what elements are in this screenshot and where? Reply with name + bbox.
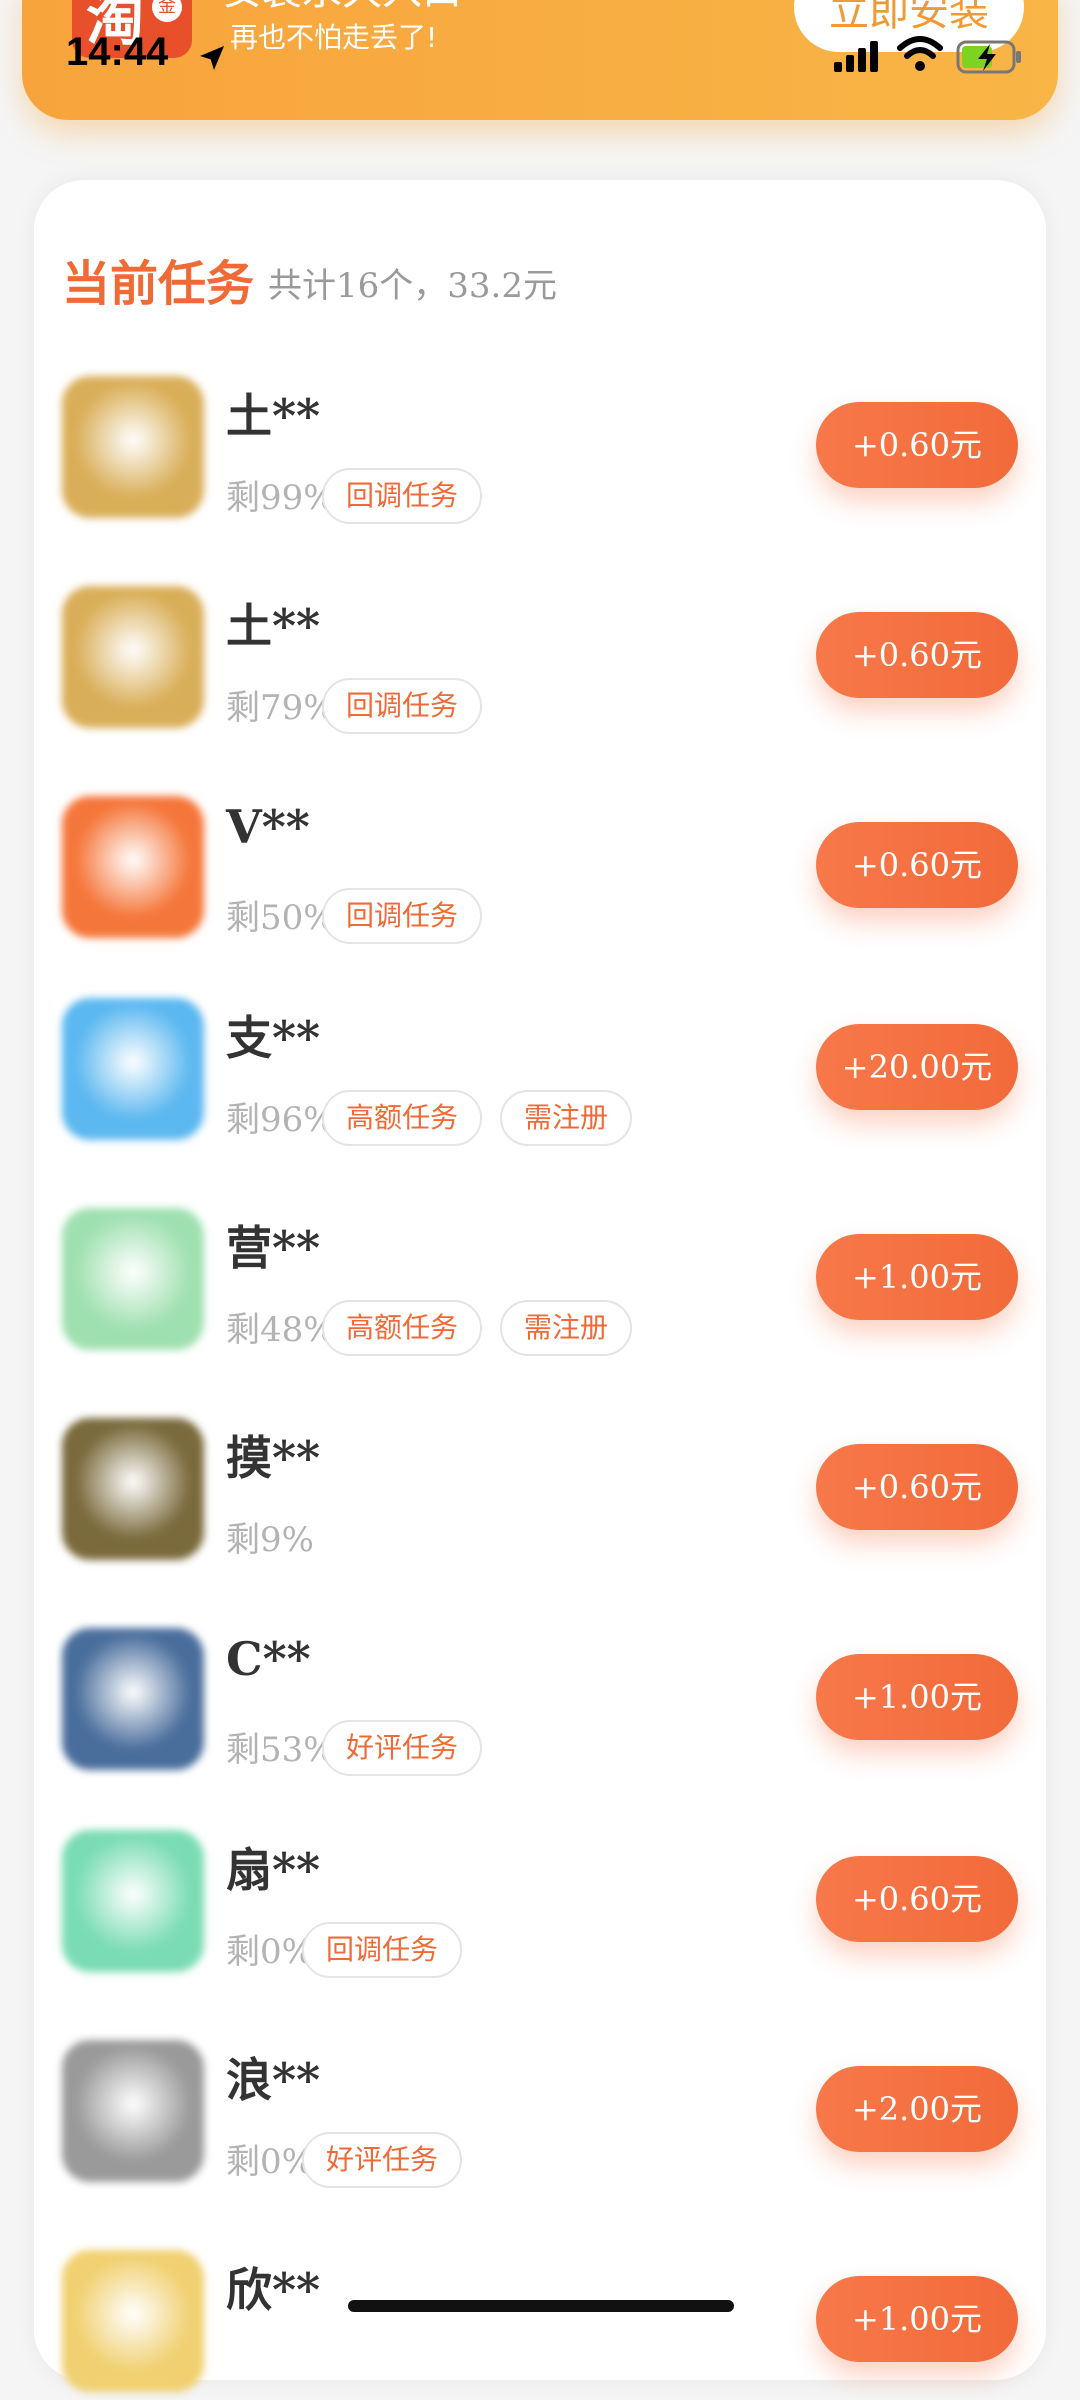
- task-tag: 好评任务: [302, 2132, 463, 2188]
- reward-button[interactable]: +1.00元: [816, 1234, 1018, 1320]
- task-row[interactable]: 支** 剩96% 高额任务 需注册 +20.00元: [62, 998, 1022, 1148]
- task-remaining: 剩0%: [226, 2142, 314, 2182]
- task-tag: 回调任务: [322, 468, 483, 524]
- task-tag: 回调任务: [302, 1922, 463, 1978]
- task-name: 浪**: [226, 2053, 321, 2107]
- task-tags: 好评任务: [302, 2132, 463, 2188]
- section-summary: 共计16个，33.2元: [268, 266, 557, 306]
- reward-button[interactable]: +0.60元: [816, 402, 1018, 488]
- reward-button[interactable]: +0.60元: [816, 612, 1018, 698]
- task-name: 支**: [226, 1011, 321, 1065]
- task-remaining: 剩99%: [226, 478, 336, 518]
- task-app-icon: [62, 2040, 204, 2182]
- task-name: 摸**: [226, 1431, 321, 1485]
- task-tags: 高额任务 需注册: [322, 1300, 633, 1356]
- task-tag: 回调任务: [322, 678, 483, 734]
- task-app-icon: [62, 1628, 204, 1770]
- task-row[interactable]: 浪** 剩0% 好评任务 +2.00元: [62, 2040, 1022, 2190]
- reward-button[interactable]: +2.00元: [816, 2066, 1018, 2152]
- task-row[interactable]: C** 剩53% 好评任务 +1.00元: [62, 1628, 1022, 1778]
- task-name: 欣**: [226, 2263, 321, 2317]
- banner-title: 安装永久入口: [222, 0, 462, 16]
- task-tag: 高额任务: [322, 1300, 483, 1356]
- task-remaining: 剩0%: [226, 1932, 314, 1972]
- task-app-icon: [62, 376, 204, 518]
- task-row[interactable]: 扇** 剩0% 回调任务 +0.60元: [62, 1830, 1022, 1980]
- home-indicator: [348, 2300, 734, 2312]
- task-row[interactable]: 土** 剩99% 回调任务 +0.60元: [62, 376, 1022, 526]
- reward-button[interactable]: +0.60元: [816, 1444, 1018, 1530]
- task-remaining: 剩48%: [226, 1310, 336, 1350]
- task-app-icon: [62, 1208, 204, 1350]
- task-remaining: 剩50%: [226, 898, 336, 938]
- task-name: V**: [226, 800, 310, 854]
- task-tag: 好评任务: [322, 1720, 483, 1776]
- task-app-icon: [62, 998, 204, 1140]
- task-row[interactable]: 摸** 剩9% +0.60元: [62, 1418, 1022, 1568]
- reward-button[interactable]: +20.00元: [816, 1024, 1018, 1110]
- task-row[interactable]: V** 剩50% 回调任务 +0.60元: [62, 796, 1022, 946]
- task-row[interactable]: 营** 剩48% 高额任务 需注册 +1.00元: [62, 1208, 1022, 1358]
- battery-charging-icon: [956, 40, 1021, 74]
- status-time: 14:44: [66, 30, 169, 74]
- task-name: 营**: [226, 1221, 321, 1275]
- reward-button[interactable]: +1.00元: [816, 1654, 1018, 1740]
- wifi-icon: [897, 36, 943, 71]
- task-remaining: 剩9%: [226, 1520, 314, 1560]
- task-tags: 回调任务: [322, 468, 483, 524]
- task-tags: 回调任务: [322, 888, 483, 944]
- task-name: 土**: [226, 599, 321, 653]
- task-row[interactable]: 欣** +1.00元: [62, 2250, 1022, 2400]
- task-app-icon: [62, 1830, 204, 1972]
- reward-button[interactable]: +0.60元: [816, 822, 1018, 908]
- task-tag: 需注册: [500, 1090, 633, 1146]
- task-name: 扇**: [226, 1843, 321, 1897]
- task-remaining: 剩96%: [226, 1100, 336, 1140]
- task-tags: 回调任务: [302, 1922, 463, 1978]
- task-app-icon: [62, 1418, 204, 1560]
- task-app-icon: [62, 2250, 204, 2392]
- task-app-icon: [62, 586, 204, 728]
- task-remaining: 剩79%: [226, 688, 336, 728]
- task-tag: 需注册: [500, 1300, 633, 1356]
- logo-badge: 金: [152, 0, 182, 22]
- task-row[interactable]: 土** 剩79% 回调任务 +0.60元: [62, 586, 1022, 736]
- reward-button[interactable]: +0.60元: [816, 1856, 1018, 1942]
- cellular-signal-icon: [834, 41, 878, 72]
- banner-subtitle: 再也不怕走丢了!: [230, 21, 438, 54]
- task-remaining: 剩53%: [226, 1730, 336, 1770]
- location-arrow-icon: [200, 46, 224, 70]
- task-tags: 好评任务: [322, 1720, 483, 1776]
- task-tags: 高额任务 需注册: [322, 1090, 633, 1146]
- task-name: C**: [226, 1632, 311, 1686]
- reward-button[interactable]: +1.00元: [816, 2276, 1018, 2362]
- task-app-icon: [62, 796, 204, 938]
- task-name: 土**: [226, 389, 321, 443]
- task-tag: 高额任务: [322, 1090, 483, 1146]
- task-tags: 回调任务: [322, 678, 483, 734]
- task-tag: 回调任务: [322, 888, 483, 944]
- section-title: 当前任务: [62, 256, 255, 312]
